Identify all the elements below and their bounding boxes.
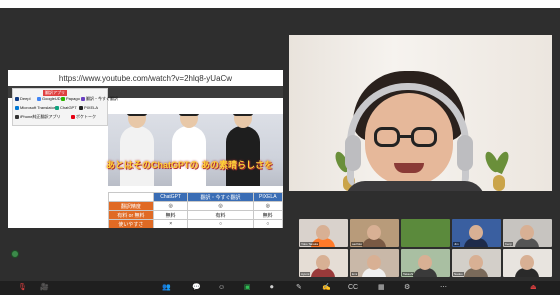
shared-url: https://www.youtube.com/watch?v=2hlq8-yU… [58, 74, 233, 83]
speaker-shirt [345, 181, 485, 191]
app-item: 翻訳・今すぐ翻訳 [81, 96, 118, 102]
glasses [374, 127, 400, 147]
person-figure [226, 114, 260, 186]
table-cell: ○ [252, 219, 283, 228]
app-item: Microsoft Translator [15, 105, 55, 110]
table-cell: ◎ [187, 201, 254, 211]
whiteboard-icon[interactable]: ✎ [296, 284, 302, 292]
translation-apps-panel: 翻訳アプリ Deepl GoogleUD Papago 翻訳・今すぐ翻訳 Mic… [12, 88, 118, 126]
meeting-window: https://www.youtube.com/watch?v=2hlq8-yU… [0, 0, 560, 295]
captions-icon[interactable]: CC [348, 284, 358, 292]
mic-icon[interactable]: 🎙 [18, 284, 27, 292]
app-item: GoogleUD [37, 96, 61, 101]
record-icon[interactable]: ⏺ [270, 284, 274, 292]
row-label: 翻訳精度 [108, 201, 154, 211]
app-item: ポケトーク [71, 114, 96, 120]
app-item: ChatGPT [55, 105, 77, 110]
table-cell: ○ [187, 219, 254, 228]
table-header-row: ChatGPT 翻訳・今すぐ翻訳 PIXELA [108, 192, 283, 202]
headset-earcup [457, 135, 473, 171]
row-label: 有料 or 無料 [108, 210, 154, 220]
participant-tile[interactable] [503, 249, 552, 277]
participant-tile[interactable]: Naoko [452, 249, 501, 277]
settings-icon[interactable]: ⚙ [404, 284, 410, 292]
video-caption: あとはそのChatGPTの あの素晴らしさを [106, 160, 274, 170]
app-item: iPhone純正翻訳アプリ [15, 114, 60, 120]
more-icon[interactable]: ⋯ [440, 284, 447, 292]
participant-tile[interactable] [401, 219, 450, 247]
table-cell: 無料 [252, 210, 283, 220]
headset-earcup [345, 135, 361, 171]
column-header: 翻訳・今すぐ翻訳 [187, 192, 254, 202]
plant-decoration [482, 149, 512, 191]
participant-tile[interactable]: Ayumi [299, 249, 348, 277]
share-icon[interactable]: ▣ [244, 284, 251, 292]
table-row: 使いやすさ × ○ ○ [108, 219, 283, 228]
participant-gallery: Yoko Tanaka sachiko Jim Kenji Ayumi Emi … [299, 219, 553, 277]
table-cell: ◎ [152, 201, 189, 211]
table-row: 有料 or 無料 無料 有料 無料 [108, 210, 283, 220]
glasses-bridge [400, 135, 411, 138]
app-item: PIXELA [79, 105, 98, 110]
participant-tile[interactable]: Kenji [503, 219, 552, 247]
video-scene [108, 114, 283, 186]
table-cell: 有料 [187, 210, 254, 220]
table-cell: ◎ [252, 201, 283, 211]
app-item: Deepl [15, 96, 30, 101]
chat-icon[interactable]: 💬 [192, 284, 201, 292]
table-corner [108, 192, 154, 202]
column-header: ChatGPT [152, 192, 189, 202]
apps-icon[interactable]: ▦ [378, 284, 385, 292]
table-cell: 無料 [152, 210, 189, 220]
row-label: 使いやすさ [108, 219, 154, 228]
app-item: Papago [61, 96, 80, 101]
comparison-table: ChatGPT 翻訳・今すぐ翻訳 PIXELA 翻訳精度 ◎ ◎ ◎ 有料 or… [108, 192, 283, 228]
table-cell: × [152, 219, 189, 228]
top-bar [0, 0, 560, 8]
person-figure [120, 114, 154, 186]
participants-icon[interactable]: 👥 [162, 284, 171, 292]
person-figure [172, 114, 206, 186]
react-icon[interactable]: ☺ [218, 284, 225, 292]
participant-tile[interactable]: Yoko Tanaka [299, 219, 348, 247]
end-icon[interactable]: ⏏ [530, 284, 537, 292]
active-speaker-video[interactable] [289, 35, 552, 191]
participant-tile[interactable]: Takashi [401, 249, 450, 277]
shared-screen[interactable]: https://www.youtube.com/watch?v=2hlq8-yU… [8, 70, 283, 228]
glasses [411, 127, 437, 147]
table-row: 翻訳精度 ◎ ◎ ◎ [108, 201, 283, 211]
status-dot-icon[interactable] [11, 250, 19, 258]
participant-tile[interactable]: Jim [452, 219, 501, 247]
participant-tile[interactable]: Emi [350, 249, 399, 277]
notes-icon[interactable]: ✍ [322, 284, 331, 292]
video-icon[interactable]: 🎥 [40, 284, 49, 292]
participant-tile[interactable]: sachiko [350, 219, 399, 247]
meeting-toolbar: 🎙 🎥 👥 💬 ☺ ▣ ⏺ ✎ ✍ CC ▦ ⚙ ⋯ ⏏ [0, 281, 560, 295]
column-header: PIXELA [252, 192, 283, 202]
